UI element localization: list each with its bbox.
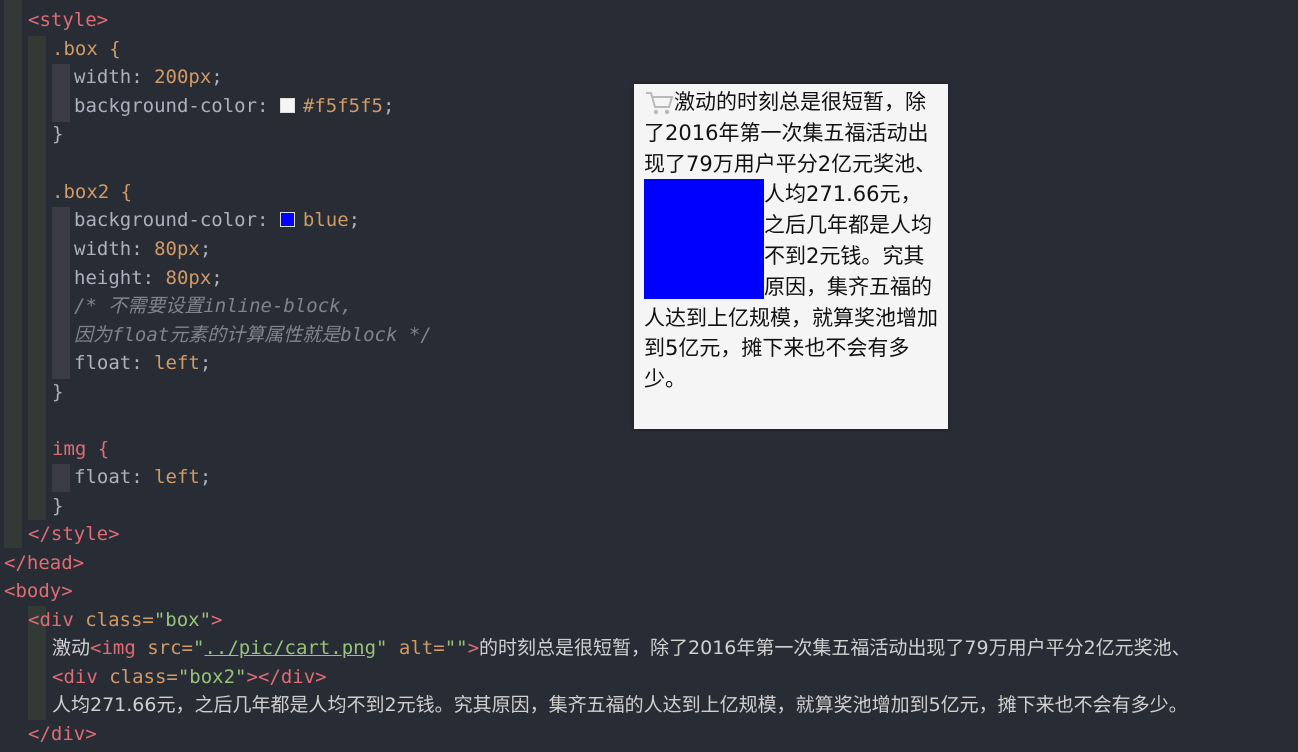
width-property: width: <box>74 66 155 88</box>
text-node-2: 的时刻总是很短暂，除了2016年第一次集五福活动出现了79万用户平分2亿元奖池、 <box>479 637 1191 659</box>
src-link[interactable]: ../pic/cart.png <box>204 637 376 659</box>
indent-guide <box>52 464 70 492</box>
float-property: float: <box>74 352 155 374</box>
bg-value: #f5f5f5 <box>302 95 383 117</box>
code-line-2: .box { <box>52 35 121 64</box>
preview-text-1: 激动的时刻总是很短暂，除了2016年第一次集五福活动出现了79万用户平分2亿元奖… <box>644 90 937 176</box>
code-line-23: 激动<img src="../pic/cart.png" alt="">的时刻总… <box>52 637 1191 659</box>
box-class-value: "box" <box>153 609 212 631</box>
alt-attr: alt= <box>387 637 445 659</box>
code-line-16: img { <box>52 435 109 464</box>
box-div: 激动的时刻总是很短暂，除了2016年第一次集五福活动出现了79万用户平分2亿元奖… <box>634 84 948 429</box>
text-node-1: 激动 <box>52 637 91 659</box>
comment-line-1: /* 不需要设置inline-block, <box>74 295 353 317</box>
indent-guide <box>52 64 70 122</box>
height2-value: 80px <box>165 267 212 289</box>
bg2-value: blue <box>302 209 349 231</box>
comment-line-2: 因为float元素的计算属性就是block */ <box>74 324 432 346</box>
color-swatch-f5f5f5[interactable] <box>279 98 295 113</box>
width-value: 200px <box>154 66 212 88</box>
code-line-26: </div> <box>28 720 97 749</box>
code-line-20: </head> <box>4 549 84 578</box>
width2-value: 80px <box>154 238 200 260</box>
code-line-10: height: 80px; <box>74 267 223 289</box>
style-close-tag: </style> <box>28 523 120 545</box>
code-line-4: background-color: #f5f5f5; <box>74 95 395 117</box>
style-open-tag: <style> <box>28 9 109 31</box>
code-line-22: <div class="box"> <box>28 609 223 631</box>
div-open-tag: <div <box>28 609 74 631</box>
code-line-25: 人均271.66元，之后几年都是人均不到2元钱。究其原因，集齐五福的人达到上亿规… <box>52 691 1188 720</box>
code-line-18: } <box>52 492 63 521</box>
code-line-11: /* 不需要设置inline-block, <box>74 292 352 321</box>
div-open-tag: <div <box>52 666 98 688</box>
img-selector: img { <box>52 438 110 460</box>
browser-preview: 激动的时刻总是很短暂，除了2016年第一次集五福活动出现了79万用户平分2亿元奖… <box>634 84 948 429</box>
float-value: left <box>154 466 200 488</box>
bg-property: background-color: <box>74 209 280 231</box>
src-attr: src= <box>135 637 193 659</box>
close-brace: } <box>52 495 64 517</box>
img-tag: <img <box>90 637 136 659</box>
class-attr: class= <box>73 609 154 631</box>
code-line-1: <style> <box>28 6 108 35</box>
code-line-12: 因为float元素的计算属性就是block */ <box>74 321 432 350</box>
code-line-7: .box2 { <box>52 178 132 207</box>
height-property: height: <box>74 267 166 289</box>
code-line-14: } <box>52 378 63 407</box>
box2-selector: .box2 { <box>52 181 133 203</box>
code-line-21: <body> <box>4 577 73 606</box>
body-open-tag: <body> <box>4 580 73 602</box>
code-line-24: <div class="box2"></div> <box>52 666 327 688</box>
div-close-tag: </div> <box>257 666 327 688</box>
blue-box <box>644 179 764 300</box>
float-property: float: <box>74 466 155 488</box>
head-close-tag: </head> <box>4 552 85 574</box>
div-close-final: </div> <box>28 723 97 745</box>
code-line-17: float: left; <box>74 466 212 488</box>
code-line-13: float: left; <box>74 352 212 374</box>
width-property: width: <box>74 238 155 260</box>
float-value: left <box>154 352 200 374</box>
color-swatch-blue[interactable] <box>279 212 295 227</box>
box-selector: .box { <box>52 38 121 60</box>
bg-property: background-color: <box>74 95 280 117</box>
indent-guide <box>4 0 22 548</box>
code-line-8: background-color: blue; <box>74 209 361 231</box>
cart-icon <box>646 92 674 115</box>
close-brace: } <box>52 123 64 145</box>
close-brace: } <box>52 381 64 403</box>
code-line-19: </style> <box>28 520 120 549</box>
code-line-3: width: 200px; <box>74 66 223 88</box>
text-node-3: 人均271.66元，之后几年都是人均不到2元钱。究其原因，集齐五福的人达到上亿规… <box>52 694 1188 716</box>
code-line-5: } <box>52 120 63 149</box>
box2-class-value: "box2" <box>177 666 247 688</box>
indent-guide <box>28 36 46 520</box>
alt-value: "" <box>444 637 468 659</box>
class-attr: class= <box>97 666 178 688</box>
code-line-9: width: 80px; <box>74 238 212 260</box>
indent-guide <box>52 207 70 379</box>
